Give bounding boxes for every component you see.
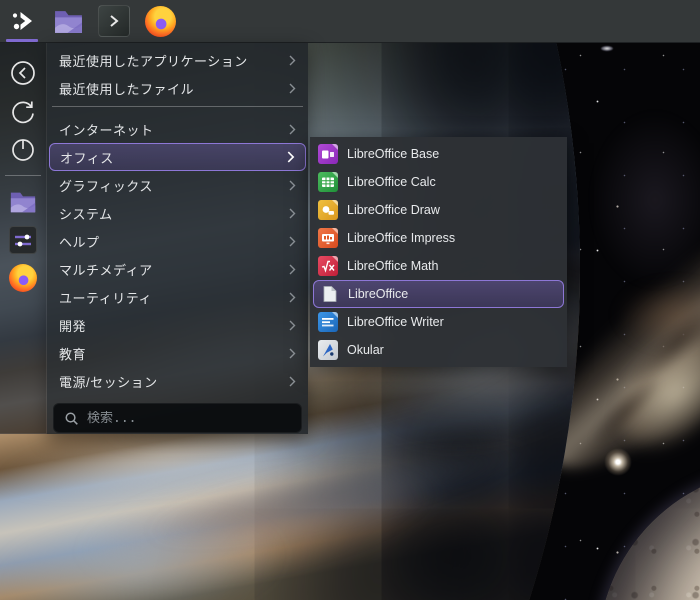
settings-sliders-icon: [9, 226, 37, 254]
libreoffice-writer-icon: [318, 312, 338, 332]
search-icon: [65, 412, 78, 425]
sidebar-refresh-button[interactable]: [5, 93, 41, 129]
firefox-icon: [144, 5, 176, 37]
desktop: 最近使用したアプリケーション 最近使用したファイル インターネット オフィス グ…: [0, 0, 700, 600]
submenu-item-libreoffice-math[interactable]: LibreOffice Math: [310, 252, 567, 280]
libreoffice-icon: [319, 284, 339, 304]
launcher-icon: [12, 12, 32, 30]
menu-category-office[interactable]: オフィス: [49, 143, 306, 171]
taskbar-terminal-button[interactable]: [92, 0, 136, 43]
libreoffice-base-icon: [318, 144, 338, 164]
chevron-right-icon: [289, 208, 296, 218]
app-menu: 最近使用したアプリケーション 最近使用したファイル インターネット オフィス グ…: [47, 43, 308, 434]
chevron-right-icon: [289, 124, 296, 134]
menu-item-recent-apps[interactable]: 最近使用したアプリケーション: [47, 46, 308, 74]
submenu-item-libreoffice[interactable]: LibreOffice: [313, 280, 564, 308]
submenu-item-libreoffice-writer[interactable]: LibreOffice Writer: [310, 308, 567, 336]
menu-item-label: 最近使用したファイル: [59, 81, 195, 97]
sidebar: [0, 43, 47, 434]
menu-category-multimedia[interactable]: マルチメディア: [47, 255, 308, 283]
distant-galaxy: [601, 46, 613, 51]
menu-category-development[interactable]: 開発: [47, 311, 308, 339]
chevron-right-icon: [289, 320, 296, 330]
okular-icon: [318, 340, 338, 360]
search-box: [53, 403, 302, 433]
terminal-icon: [98, 5, 130, 37]
firefox-icon: [9, 264, 37, 292]
chevron-right-icon: [287, 151, 295, 163]
libreoffice-calc-icon: [318, 172, 338, 192]
menu-category-internet[interactable]: インターネット: [47, 115, 308, 143]
taskbar-files-button[interactable]: [46, 0, 90, 43]
submenu-item-libreoffice-calc[interactable]: LibreOffice Calc: [310, 168, 567, 196]
file-manager-folder-icon: [54, 10, 82, 33]
chevron-right-icon: [289, 376, 296, 386]
taskbar: [0, 0, 700, 43]
menu-category-education[interactable]: 教育: [47, 339, 308, 367]
taskbar-firefox-button[interactable]: [138, 0, 182, 43]
libreoffice-draw-icon: [318, 200, 338, 220]
sidebar-firefox-button[interactable]: [5, 260, 41, 296]
submenu-item-libreoffice-impress[interactable]: LibreOffice Impress: [310, 224, 567, 252]
menu-category-utilities[interactable]: ユーティリティ: [47, 283, 308, 311]
menu-item-recent-files[interactable]: 最近使用したファイル: [47, 74, 308, 102]
libreoffice-impress-icon: [318, 228, 338, 248]
sidebar-divider: [5, 175, 41, 176]
sidebar-settings-button[interactable]: [5, 222, 41, 258]
sidebar-back-button[interactable]: [5, 55, 41, 91]
chevron-right-icon: [289, 180, 296, 190]
submenu-item-okular[interactable]: Okular: [310, 336, 567, 364]
sidebar-files-button[interactable]: [5, 184, 41, 220]
menu-divider: [52, 106, 303, 107]
chevron-right-icon: [289, 55, 296, 65]
submenu-item-libreoffice-draw[interactable]: LibreOffice Draw: [310, 196, 567, 224]
chevron-right-icon: [289, 348, 296, 358]
chevron-right-icon: [289, 292, 296, 302]
back-icon: [11, 61, 35, 85]
office-submenu: LibreOffice Base LibreOffice Calc LibreO…: [310, 137, 567, 367]
chevron-right-icon: [289, 83, 296, 93]
menu-category-help[interactable]: ヘルプ: [47, 227, 308, 255]
menu-item-label: 最近使用したアプリケーション: [59, 53, 248, 69]
menu-category-power-session[interactable]: 電源/セッション: [47, 367, 308, 395]
power-icon: [12, 139, 34, 161]
menu-category-system[interactable]: システム: [47, 199, 308, 227]
bright-star: [604, 448, 632, 476]
submenu-item-libreoffice-base[interactable]: LibreOffice Base: [310, 140, 567, 168]
libreoffice-math-icon: [318, 256, 338, 276]
active-indicator: [6, 38, 38, 42]
file-manager-folder-icon: [10, 192, 36, 213]
refresh-icon: [12, 101, 34, 124]
sidebar-power-button[interactable]: [5, 131, 41, 167]
taskbar-launcher-button[interactable]: [0, 0, 44, 43]
menu-category-graphics[interactable]: グラフィックス: [47, 171, 308, 199]
search-input[interactable]: [87, 410, 291, 426]
chevron-right-icon: [289, 264, 296, 274]
chevron-right-icon: [289, 236, 296, 246]
